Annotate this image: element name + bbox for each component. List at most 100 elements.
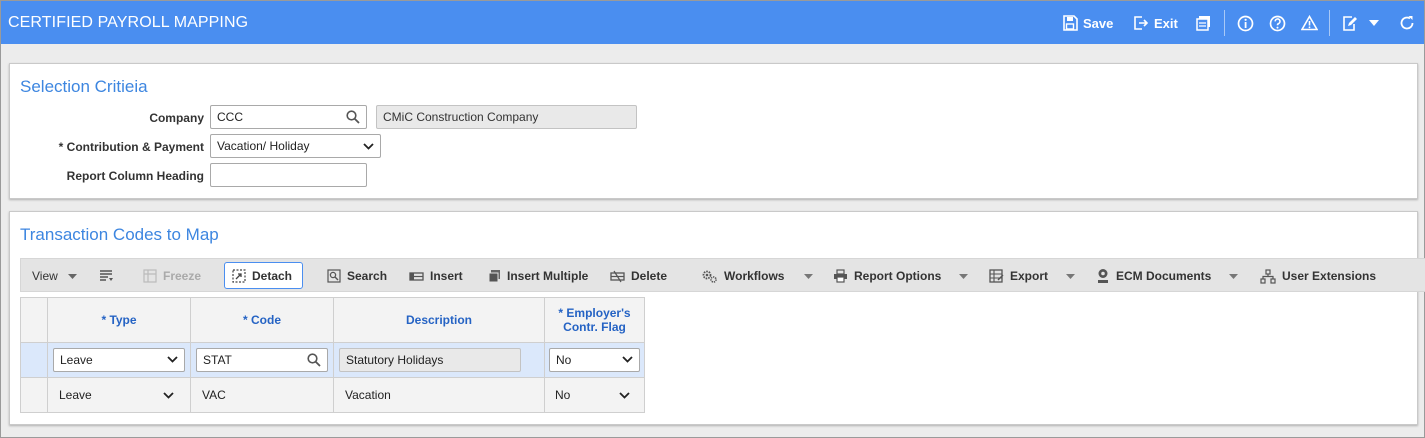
insert-button[interactable]: Insert	[409, 267, 463, 285]
search-icon	[327, 269, 341, 283]
detach-icon	[232, 269, 246, 283]
search-button[interactable]: Search	[327, 267, 387, 285]
ecm-documents-menu[interactable]: ECM Documents	[1096, 267, 1239, 285]
selection-title: Selection Critieia	[20, 77, 148, 96]
code-value: STAT	[203, 353, 232, 367]
chevron-down-icon	[622, 356, 633, 363]
view-menu[interactable]: View	[32, 267, 77, 285]
row-selector[interactable]	[20, 342, 48, 378]
insert-label: Insert	[430, 269, 463, 283]
edit-note-icon	[1343, 16, 1357, 31]
search-label: Search	[347, 269, 388, 283]
company-input[interactable]: CCC	[210, 105, 367, 129]
insert-multiple-icon	[488, 270, 500, 283]
caret-down-icon	[1229, 273, 1239, 279]
export-table-icon	[989, 269, 1004, 283]
refresh-icon	[1400, 16, 1414, 30]
flag-value: No	[556, 353, 572, 367]
flag-select[interactable]: No	[549, 348, 640, 372]
table-row[interactable]: Leave VAC Vacation No	[20, 377, 645, 413]
type-value: Leave	[60, 353, 93, 367]
warning-button[interactable]	[1301, 13, 1318, 33]
header-separator	[1329, 10, 1330, 36]
description-cell: Statutory Holidays	[333, 342, 545, 378]
hierarchy-icon	[1260, 268, 1276, 284]
save-icon	[1063, 15, 1078, 31]
search-icon[interactable]	[346, 110, 360, 124]
detach-label: Detach	[252, 269, 293, 283]
contribution-select[interactable]: Vacation/ Holiday	[210, 134, 381, 158]
help-button[interactable]	[1269, 13, 1286, 33]
company-name: CMiC Construction Company	[383, 110, 539, 124]
report-heading-input[interactable]	[210, 163, 367, 187]
description-cell: Vacation	[333, 377, 545, 413]
freeze-button[interactable]: Freeze	[143, 267, 201, 285]
exit-label: Exit	[1154, 15, 1178, 31]
gears-icon	[702, 270, 717, 283]
info-icon	[1237, 15, 1254, 31]
warning-icon	[1301, 15, 1318, 31]
company-name-display: CMiC Construction Company	[376, 105, 637, 129]
row-selector-header	[20, 297, 48, 343]
insert-row-icon	[409, 271, 424, 281]
transaction-codes-table: * Type * Code Description * Employer's C…	[20, 297, 645, 413]
edit-menu-button[interactable]	[1342, 13, 1379, 33]
user-extensions-label: User Extensions	[1282, 269, 1377, 283]
type-column-header[interactable]: * Type	[47, 297, 191, 343]
flag-value: No	[555, 388, 571, 402]
insert-multiple-label: Insert Multiple	[507, 269, 589, 283]
contribution-label: * Contribution & Payment	[58, 140, 204, 154]
flag-cell: No	[544, 342, 645, 378]
ecm-documents-label: ECM Documents	[1116, 269, 1212, 283]
workflows-menu[interactable]: Workflows	[701, 267, 814, 285]
exit-icon	[1134, 16, 1149, 30]
code-input[interactable]: STAT	[196, 348, 328, 372]
caret-down-icon	[67, 273, 77, 279]
info-button[interactable]	[1237, 13, 1254, 33]
description-display: Statutory Holidays	[339, 348, 521, 372]
description-value: Statutory Holidays	[346, 353, 444, 367]
delete-row-icon	[610, 270, 625, 282]
caret-down-icon	[959, 273, 969, 279]
save-button[interactable]: Save	[1062, 13, 1113, 33]
type-cell: Leave	[47, 342, 191, 378]
report-heading-label: Report Column Heading	[66, 169, 204, 183]
print-button[interactable]	[1195, 13, 1212, 33]
chevron-down-icon	[363, 143, 374, 150]
exit-button[interactable]: Exit	[1133, 13, 1178, 33]
flag-column-header[interactable]: * Employer's Contr. Flag	[544, 297, 645, 343]
detach-button-content[interactable]: Detach	[232, 267, 292, 285]
app-window: CERTIFIED PAYROLL MAPPING Save Exit Sele…	[0, 0, 1425, 438]
search-icon[interactable]	[307, 353, 321, 367]
save-label: Save	[1083, 15, 1114, 31]
help-icon	[1269, 15, 1286, 31]
insert-multiple-button[interactable]: Insert Multiple	[488, 267, 588, 285]
caret-down-icon	[1066, 273, 1076, 279]
delete-button[interactable]: Delete	[610, 267, 667, 285]
code-column-header[interactable]: * Code	[190, 297, 334, 343]
refresh-button[interactable]	[1399, 13, 1415, 33]
type-select[interactable]: Leave	[53, 348, 185, 372]
selection-panel: Selection Critieia Company CCC CMiC Cons…	[9, 63, 1418, 199]
type-cell[interactable]: Leave	[47, 377, 191, 413]
header-bar: CERTIFIED PAYROLL MAPPING Save Exit	[1, 1, 1424, 44]
code-value: VAC	[202, 388, 226, 402]
description-column-header[interactable]: Description	[333, 297, 545, 343]
freeze-icon	[143, 269, 157, 283]
caret-down-icon	[1369, 20, 1379, 26]
code-cell[interactable]: VAC	[190, 377, 334, 413]
flag-header-line1: * Employer's	[558, 306, 631, 320]
transactions-panel: Transaction Codes to Map View Freeze Det…	[9, 211, 1425, 425]
export-menu[interactable]: Export	[989, 267, 1076, 285]
row-selector[interactable]	[20, 377, 48, 413]
export-label: Export	[1010, 269, 1049, 283]
column-format-button[interactable]	[99, 267, 114, 285]
report-options-menu[interactable]: Report Options	[833, 267, 969, 285]
table-row[interactable]: Leave STAT Statutory Holidays No	[20, 342, 645, 378]
contribution-value: Vacation/ Holiday	[217, 139, 310, 153]
flag-cell[interactable]: No	[544, 377, 645, 413]
header-separator	[1224, 10, 1225, 36]
ecm-documents-icon	[1098, 269, 1108, 283]
user-extensions-button[interactable]: User Extensions	[1260, 267, 1376, 285]
page-title: CERTIFIED PAYROLL MAPPING	[8, 14, 249, 31]
